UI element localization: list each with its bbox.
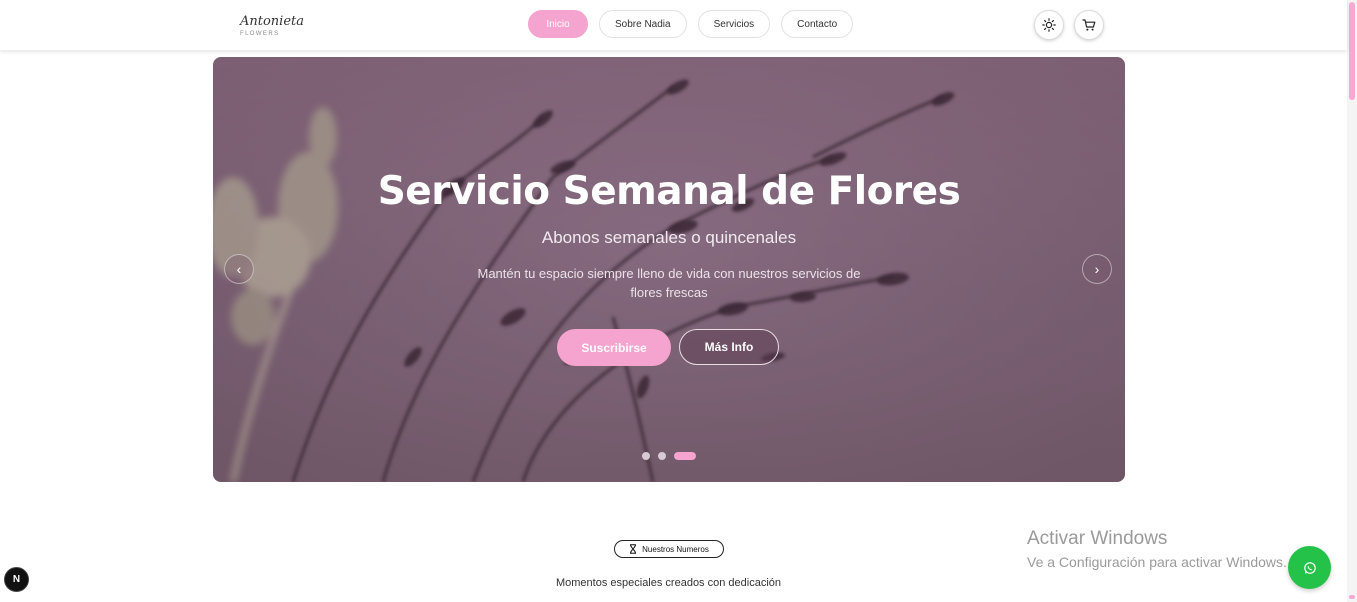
stats-badge: Nuestros Numeros (614, 540, 724, 558)
subscribe-button[interactable]: Suscribirse (557, 329, 671, 366)
scrollbar-thumb[interactable] (1349, 2, 1355, 100)
theme-toggle-button[interactable] (1034, 10, 1064, 40)
whatsapp-button[interactable] (1288, 546, 1331, 589)
stats-caption: Momentos especiales creados con dedicaci… (555, 577, 782, 589)
hero-subtitle: Abonos semanales o quincenales (541, 228, 797, 247)
brand-sub: FLOWERS (240, 31, 280, 37)
carousel-dot[interactable] (642, 452, 650, 460)
carousel-dot-active[interactable] (674, 452, 696, 460)
hero-carousel: Servicio Semanal de Flores Abonos semana… (213, 57, 1125, 482)
nav-links: Inicio Sobre Nadia Servicios Contacto (528, 10, 854, 38)
brand-logo[interactable]: Antonieta FLOWERS (240, 14, 304, 37)
carousel-prev-button[interactable]: ‹ (224, 254, 254, 284)
cart-button[interactable] (1074, 10, 1104, 40)
more-info-button[interactable]: Más Info (679, 329, 779, 365)
brand-name: Antonieta (240, 14, 305, 29)
nav-item-servicios[interactable]: Servicios (697, 10, 771, 38)
sun-icon (1042, 18, 1056, 32)
windows-activation-subtitle: Ve a Configuración para activar Windows. (1027, 554, 1287, 570)
whatsapp-icon (1303, 561, 1316, 574)
chevron-left-icon: ‹ (236, 261, 242, 277)
cart-icon (1082, 19, 1096, 31)
stats-badge-label: Nuestros Numeros (642, 544, 709, 554)
hero-description: Mantén tu espacio siempre lleno de vida … (477, 266, 861, 300)
navbar: Antonieta FLOWERS Inicio Sobre Nadia Ser… (0, 0, 1347, 50)
carousel-indicators (642, 452, 696, 460)
scrollbar-end (1349, 595, 1355, 599)
hero-title: Servicio Semanal de Flores (377, 169, 961, 214)
chevron-right-icon: › (1094, 261, 1100, 277)
carousel-dot[interactable] (658, 452, 666, 460)
nav-item-inicio[interactable]: Inicio (528, 10, 588, 38)
carousel-next-button[interactable]: › (1082, 254, 1112, 284)
windows-activation-title: Activar Windows (1027, 528, 1168, 549)
nav-item-contacto[interactable]: Contacto (781, 10, 854, 38)
nav-item-sobre-nadia[interactable]: Sobre Nadia (599, 10, 687, 38)
hourglass-icon (630, 544, 637, 554)
page-scrollbar[interactable] (1347, 0, 1357, 602)
nextjs-dev-badge[interactable]: N (4, 567, 29, 592)
